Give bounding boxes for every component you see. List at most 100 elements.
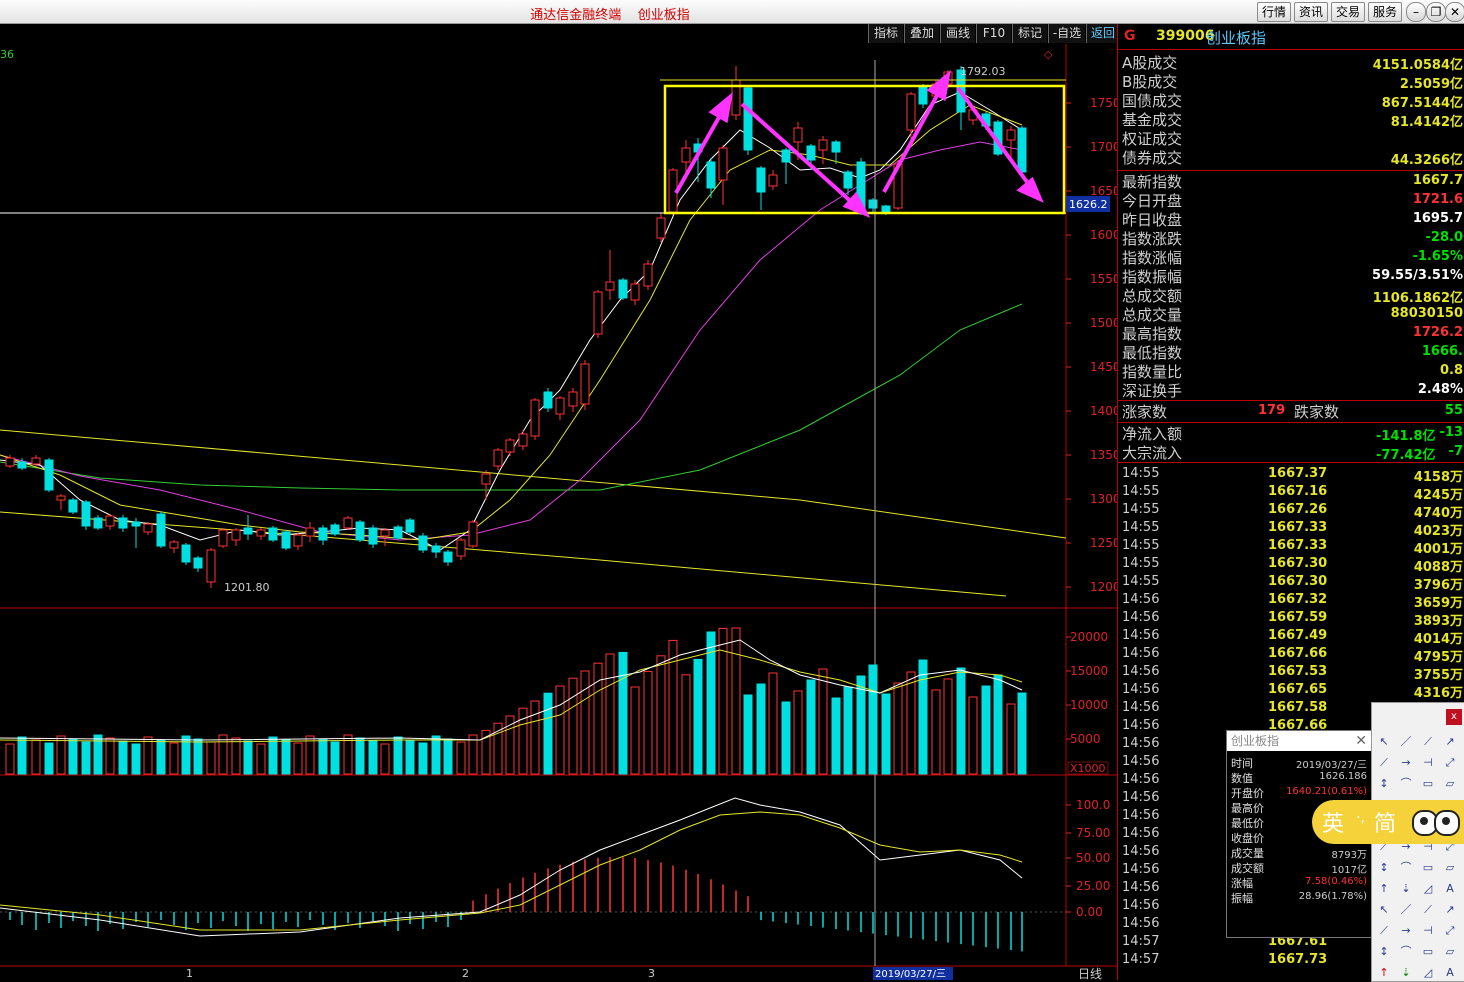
drawtool-parallelogram-icon[interactable]: ▱	[1441, 943, 1459, 961]
volume-bar	[1006, 703, 1016, 775]
candle-body	[543, 391, 553, 409]
volume-bar	[31, 739, 41, 775]
drawtool-vertical-line-icon[interactable]: ↕	[1375, 859, 1393, 877]
price-axis-label: 1500	[1090, 316, 1117, 330]
candle-body	[131, 521, 141, 527]
tick-volume: 4158万	[1413, 470, 1463, 485]
x-label-2: 2	[462, 967, 469, 980]
close-icon[interactable]: ✕	[1355, 731, 1367, 751]
menu-news[interactable]: 资讯	[1294, 2, 1328, 22]
drawtool-down-arrow-icon[interactable]: ⇣	[1397, 880, 1415, 898]
drawtool-rectangle-icon[interactable]: ▭	[1419, 859, 1437, 877]
minimize-icon[interactable]: –	[1406, 2, 1426, 22]
stat-value: 1106.1862亿	[1372, 291, 1463, 306]
drawtool-vertical-line-icon[interactable]: ↕	[1375, 775, 1393, 793]
candle-body	[881, 205, 891, 213]
volume-bar	[293, 742, 303, 775]
candle-body	[44, 459, 54, 491]
tick-volume: 4014万	[1413, 632, 1463, 647]
ime-lang-toggle[interactable]: 英	[1322, 806, 1344, 838]
price-marker-label: 1626.2	[1069, 198, 1108, 211]
high-annotation: 1792.03	[960, 65, 1006, 78]
tick-time: 14:56	[1122, 610, 1160, 625]
drawtool-line-segment-icon[interactable]: ／	[1397, 733, 1415, 751]
volume-bar	[44, 742, 54, 775]
candle-body	[193, 557, 203, 569]
drawtool-text-icon[interactable]: A	[1441, 964, 1459, 982]
drawtool-pointer-icon[interactable]: ↖	[1375, 733, 1393, 751]
restore-icon[interactable]: ❐	[1426, 2, 1446, 22]
tick-price: 1667.32	[1268, 592, 1328, 607]
group-flag: G	[1124, 28, 1136, 44]
tick-time: 14:57	[1122, 934, 1160, 949]
drawtool-text-icon[interactable]: A	[1441, 880, 1459, 898]
candle-body	[481, 473, 491, 485]
volume-bar	[281, 739, 291, 775]
flow-extra: -13	[1439, 425, 1464, 440]
tick-time: 14:56	[1122, 628, 1160, 643]
stat-label: 深证换手	[1122, 382, 1183, 400]
candle-body	[518, 433, 528, 447]
drawtool-arc-icon[interactable]: ⌒	[1397, 775, 1415, 793]
candle-body	[555, 397, 565, 415]
candle-body	[643, 263, 653, 287]
drawtool-line-segment-icon[interactable]: ／	[1397, 901, 1415, 919]
drawtool-rectangle-icon[interactable]: ▭	[1419, 943, 1437, 961]
ime-mode-toggle[interactable]: 简	[1374, 806, 1396, 838]
tick-price: 1667.49	[1268, 628, 1328, 643]
kline-chart[interactable]: 1750 1700 1650 1600 1550 1500 1450 1400 1350 1300…	[0, 23, 1117, 980]
ime-punct-icon[interactable]: ·,	[1356, 810, 1365, 826]
tooltip-row-value: 7.58(0.46%)	[1305, 876, 1367, 887]
stat-value: 1726.2	[1412, 325, 1463, 340]
drawtool-trend-line-icon[interactable]: ⟋	[1375, 922, 1393, 940]
drawtool-ray-icon[interactable]: ⟋	[1419, 733, 1437, 751]
drawtool-up-arrow-icon[interactable]: ↑	[1375, 964, 1393, 982]
close-icon[interactable]: x	[1446, 709, 1462, 725]
drawtool-horizontal-line-icon[interactable]: →	[1397, 922, 1415, 940]
drawtool-horizontal-ray-icon[interactable]: ⊣	[1419, 922, 1437, 940]
drawtool-arrow-line-icon[interactable]: ↗	[1441, 733, 1459, 751]
drawtool-horizontal-ray-icon[interactable]: ⊣	[1419, 754, 1437, 772]
drawtool-parallelogram-icon[interactable]: ▱	[1441, 859, 1459, 877]
menu-service[interactable]: 服务	[1368, 2, 1402, 22]
candle-body	[843, 171, 853, 189]
drawtool-horizontal-line-icon[interactable]: →	[1397, 754, 1415, 772]
drawtool-triangle-icon[interactable]: ◿	[1419, 880, 1437, 898]
menu-quotes[interactable]: 行情	[1257, 2, 1291, 22]
decline-label: 跌家数	[1294, 403, 1340, 421]
candle-body	[68, 499, 78, 513]
drawtool-arc-icon[interactable]: ⌒	[1397, 859, 1415, 877]
candle-body	[456, 539, 466, 557]
tick-time: 14:55	[1122, 556, 1160, 571]
drawtool-vertical-line-icon[interactable]: ↕	[1375, 943, 1393, 961]
drawtool-down-arrow-icon[interactable]: ⇣	[1397, 964, 1415, 982]
volume-bar	[468, 734, 478, 775]
drawtool-triangle-icon[interactable]: ◿	[1419, 964, 1437, 982]
candle-body	[818, 139, 828, 151]
drawtool-up-arrow-icon[interactable]: ↑	[1375, 880, 1393, 898]
drawtool-ray-icon[interactable]: ⟋	[1419, 901, 1437, 919]
candle-body	[918, 85, 928, 105]
tooltip-row-value: 8793万	[1331, 850, 1367, 861]
candle-body	[105, 515, 115, 527]
x-label-1: 1	[186, 967, 193, 980]
flow-label: 净流入额	[1122, 425, 1183, 443]
drawtool-parallel-line-icon[interactable]: ⤢	[1441, 922, 1459, 940]
drawtool-pointer-icon[interactable]: ↖	[1375, 901, 1393, 919]
index-name: 创业板指	[1206, 29, 1267, 47]
drawtool-parallelogram-icon[interactable]: ▱	[1441, 775, 1459, 793]
volume-bar	[318, 738, 328, 775]
drawtool-rectangle-icon[interactable]: ▭	[1419, 775, 1437, 793]
close-icon[interactable]: ✕	[1445, 2, 1464, 22]
candle-body	[793, 127, 803, 143]
ime-mascot-icon[interactable]	[1412, 808, 1460, 836]
candle-body	[718, 147, 728, 181]
drawtool-arc-icon[interactable]: ⌒	[1397, 943, 1415, 961]
drawtool-trend-line-icon[interactable]: ⟋	[1375, 754, 1393, 772]
drawtool-arrow-line-icon[interactable]: ↗	[1441, 901, 1459, 919]
drawtool-parallel-line-icon[interactable]: ⤢	[1441, 754, 1459, 772]
volume-bar	[906, 671, 916, 775]
menu-trade[interactable]: 交易	[1331, 2, 1365, 22]
volume-bar	[756, 683, 766, 775]
tick-time: 14:56	[1122, 736, 1160, 751]
